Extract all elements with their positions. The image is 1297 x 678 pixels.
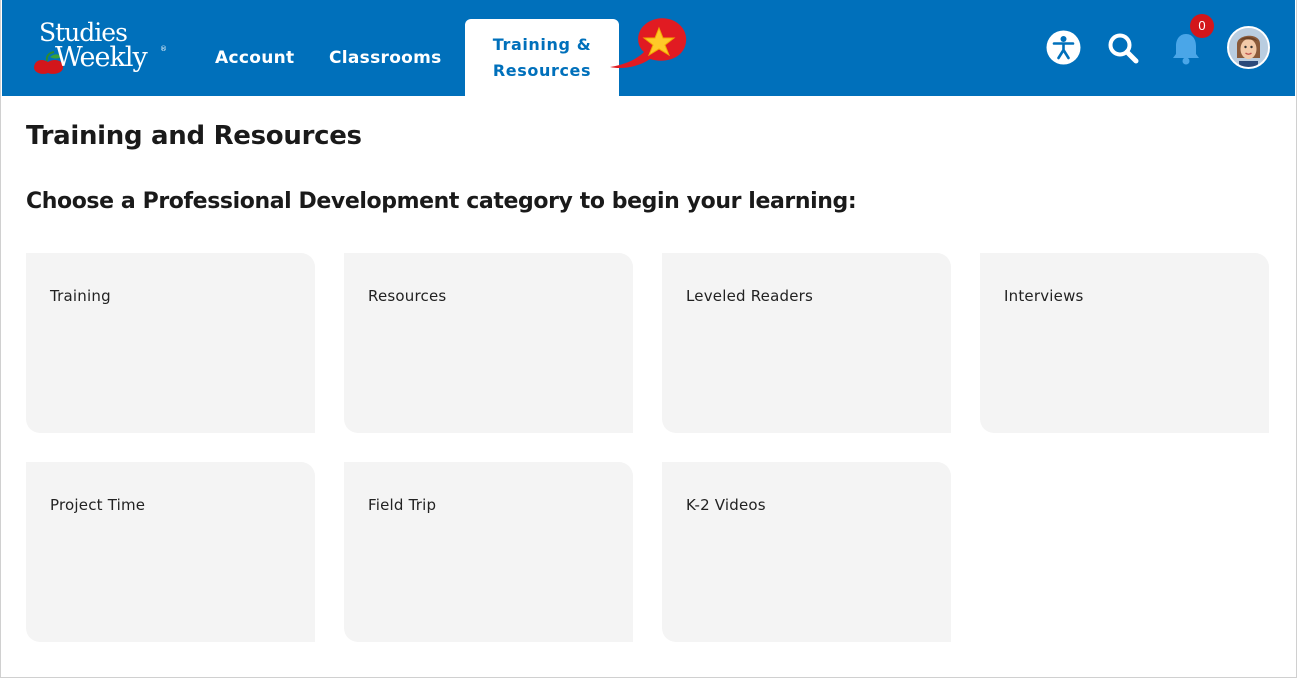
category-card-project-time[interactable]: Project Time <box>26 462 315 642</box>
nav-account[interactable]: Account <box>215 48 294 68</box>
nav-classrooms[interactable]: Classrooms <box>329 48 442 68</box>
studies-weekly-logo[interactable]: Studies Weekly ® <box>32 16 172 80</box>
category-card-field-trip[interactable]: Field Trip <box>344 462 633 642</box>
search-icon[interactable] <box>1106 31 1140 65</box>
category-card-training[interactable]: Training <box>26 253 315 433</box>
avatar-face-icon <box>1229 28 1268 67</box>
nav-training-resources-line-2: Resources <box>492 61 592 80</box>
category-label: Leveled Readers <box>686 287 814 305</box>
logo-registered-mark: ® <box>160 45 167 53</box>
category-label: Training <box>50 287 111 305</box>
notification-count-badge: 0 <box>1190 14 1214 38</box>
nav-training-resources-line-1: Training & <box>492 35 592 54</box>
category-label: Resources <box>368 287 447 305</box>
category-card-resources[interactable]: Resources <box>344 253 633 433</box>
category-card-leveled-readers[interactable]: Leveled Readers <box>662 253 951 433</box>
page-subtitle: Choose a Professional Development catego… <box>26 189 857 214</box>
category-label: K-2 Videos <box>686 496 766 514</box>
accessibility-icon[interactable] <box>1046 30 1081 65</box>
user-avatar[interactable] <box>1227 26 1270 69</box>
nav-training-resources[interactable]: Training & Resources <box>465 19 619 96</box>
category-card-interviews[interactable]: Interviews <box>980 253 1269 433</box>
category-card-k2-videos[interactable]: K-2 Videos <box>662 462 951 642</box>
logo-line-2: Weekly <box>55 42 148 73</box>
star-icon[interactable] <box>604 14 690 72</box>
page-title: Training and Resources <box>26 121 362 151</box>
category-label: Interviews <box>1004 287 1084 305</box>
category-label: Project Time <box>50 496 146 514</box>
category-label: Field Trip <box>368 496 437 514</box>
